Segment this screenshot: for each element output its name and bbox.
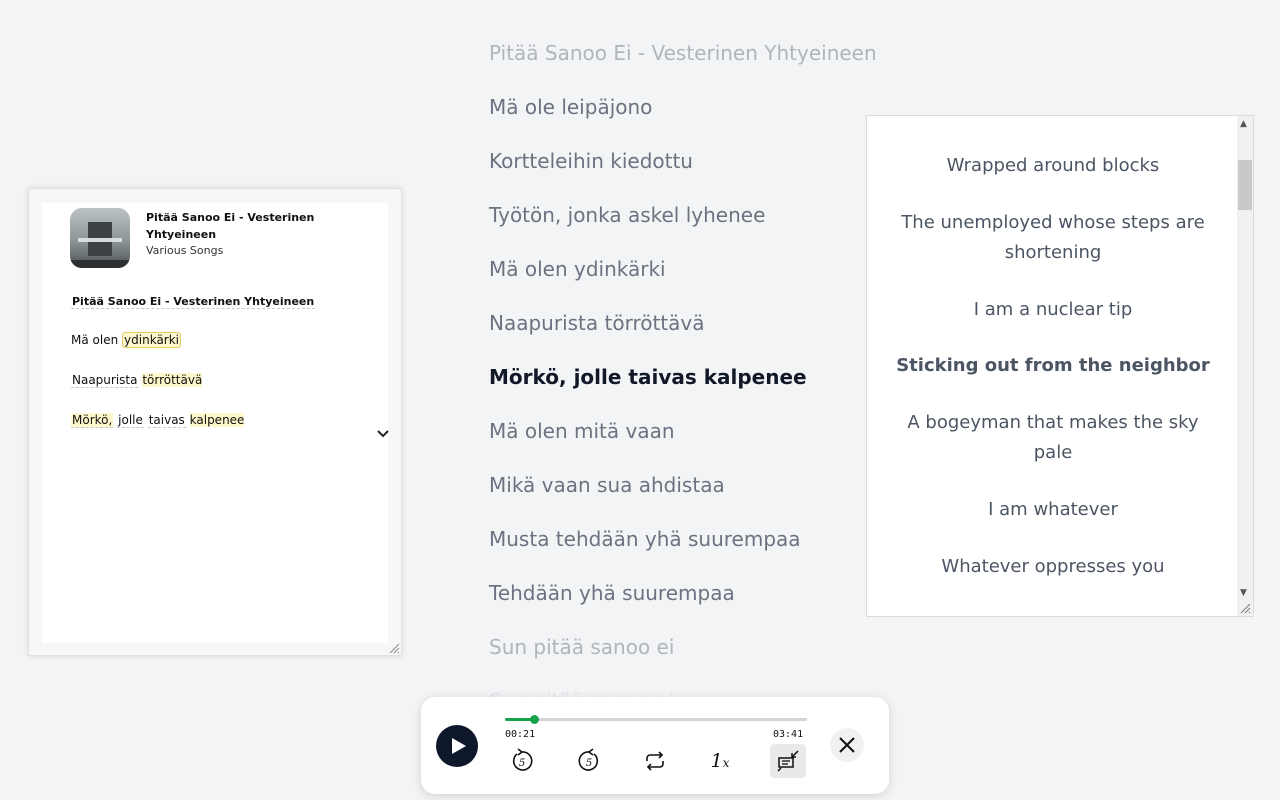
album-art (70, 208, 130, 268)
mini-word-selected[interactable]: ydinkärki (122, 332, 182, 348)
scrollbar-thumb[interactable] (1238, 160, 1252, 210)
speed-label: 1x (710, 750, 730, 772)
close-button[interactable] (830, 728, 864, 762)
resize-handle-icon[interactable] (388, 642, 400, 654)
mini-heading-text: Pitää Sanoo Ei - Vesterinen Yhtyeineen (71, 295, 316, 309)
translation-line: Cut off line (887, 116, 1219, 124)
mini-word-highlight[interactable]: kalpenee (189, 413, 245, 427)
scroll-down-arrow-icon[interactable]: ▼ (1240, 588, 1247, 598)
lyric-line[interactable]: Mä olen ydinkärki (489, 242, 909, 296)
translation-line: Wrapped around blocks (946, 155, 1160, 176)
minimize-view-button[interactable] (770, 744, 806, 778)
translation-list: Cut off line Wrapped around blocks The u… (867, 116, 1239, 616)
speed-button[interactable]: 1x (704, 747, 736, 775)
chevron-down-icon[interactable] (376, 429, 390, 439)
svg-text:5: 5 (519, 758, 525, 769)
lyric-line[interactable]: Kortteleihin kiedottu (489, 134, 909, 188)
translation-line: Whatever oppresses you (941, 556, 1165, 577)
forward-5-icon: 5 (578, 748, 599, 771)
mini-word[interactable]: jolle (117, 413, 144, 428)
lyric-line[interactable]: Musta tehdään yhä suurempaa (489, 512, 909, 566)
forward-button[interactable]: 5 (573, 747, 605, 775)
lyric-line[interactable]: Mikä vaan sua ahdistaa (489, 458, 909, 512)
audio-player: 00:21 03:41 5 5 1x (421, 697, 889, 794)
mini-lyrics-panel: Pitää Sanoo Ei - Vesterinen Yhtyeineen V… (28, 188, 402, 656)
mini-panel-content: Pitää Sanoo Ei - Vesterinen Yhtyeineen V… (42, 203, 390, 643)
mini-word[interactable]: Naapurista (71, 373, 139, 388)
translation-line: A bogeyman that makes the sky pale (907, 412, 1199, 463)
translation-line: I am a nuclear tip (973, 299, 1133, 320)
mini-word[interactable]: taivas (147, 413, 186, 428)
lyric-line[interactable]: Tehdään yhä suurempaa (489, 566, 909, 620)
repeat-icon (646, 751, 664, 771)
lyric-line[interactable]: Pitää Sanoo Ei - Vesterinen Yhtyeineen (489, 26, 909, 80)
mini-song-title: Pitää Sanoo Ei - Vesterinen Yhtyeineen (146, 211, 315, 241)
mini-word[interactable]: olen (93, 333, 119, 347)
lyric-line[interactable]: Mä olen mitä vaan (489, 404, 909, 458)
vertical-scrollbar[interactable]: ▲ ▼ (1237, 116, 1253, 616)
lyric-line[interactable]: Mä ole leipäjono (489, 80, 909, 134)
translation-panel: Cut off line Wrapped around blocks The u… (866, 115, 1254, 617)
translation-line: I am whatever (988, 499, 1118, 520)
lyrics-list: Pitää Sanoo Ei - Vesterinen Yhtyeineen M… (489, 26, 909, 728)
mini-line: Naapurista törröttävä (71, 373, 203, 388)
translation-line: The unemployed whose steps are shortenin… (901, 212, 1205, 263)
mini-word-highlight[interactable]: Mörkö, (71, 413, 114, 428)
translation-line-active: Sticking out from the neighbor (896, 355, 1210, 376)
minimize-lyrics-icon (777, 750, 799, 772)
scroll-up-arrow-icon[interactable]: ▲ (1240, 119, 1247, 129)
play-button[interactable] (436, 725, 478, 767)
mini-artist: Various Songs (146, 244, 224, 257)
resize-handle-icon[interactable] (1239, 602, 1251, 614)
lyric-line[interactable]: Työtön, jonka askel lyhenee (489, 188, 909, 242)
progress-knob[interactable] (529, 715, 539, 724)
mini-word[interactable]: Mä (71, 333, 89, 347)
progress-bar[interactable] (505, 715, 807, 724)
rewind-button[interactable]: 5 (506, 747, 538, 775)
total-time: 03:41 (773, 729, 804, 740)
current-time: 00:21 (505, 729, 536, 740)
mini-line: Mörkö, jolle taivas kalpenee (71, 413, 245, 428)
lyric-line[interactable]: Sun pitää sanoo ei (489, 620, 909, 674)
mini-word-highlight[interactable]: törröttävä (142, 373, 203, 387)
repeat-button[interactable] (639, 747, 671, 775)
lyric-line[interactable]: Naapurista törröttävä (489, 296, 909, 350)
mini-line: Mä olen ydinkärki (71, 332, 182, 348)
close-icon (839, 737, 855, 753)
rewind-5-icon: 5 (512, 748, 533, 771)
mini-heading: Pitää Sanoo Ei - Vesterinen Yhtyeineen (71, 295, 316, 309)
play-icon (452, 738, 466, 754)
lyric-line-active[interactable]: Mörkö, jolle taivas kalpenee (489, 350, 909, 404)
svg-text:5: 5 (586, 758, 592, 769)
